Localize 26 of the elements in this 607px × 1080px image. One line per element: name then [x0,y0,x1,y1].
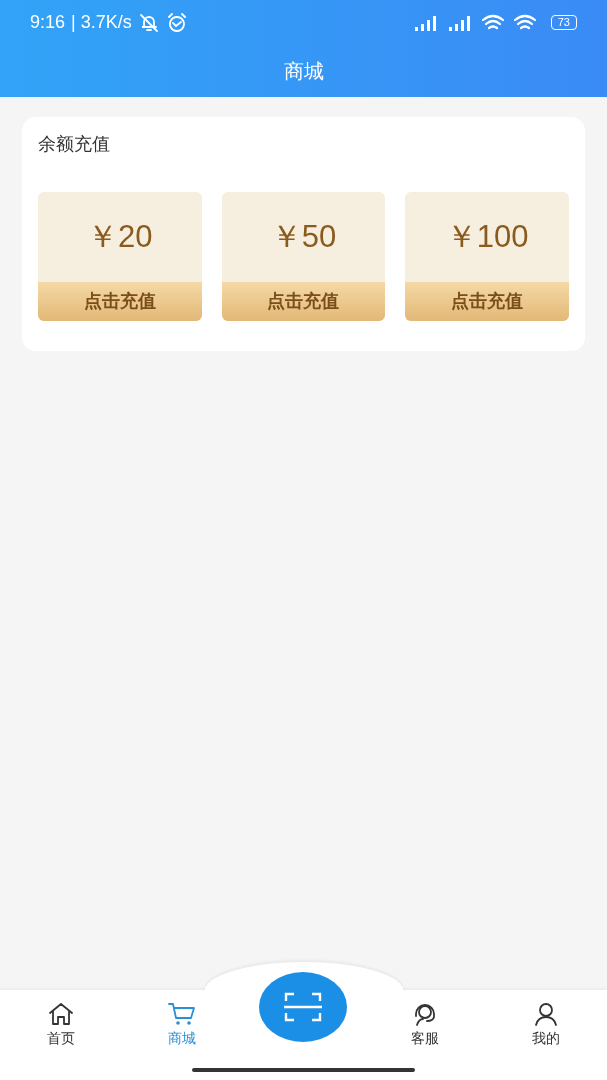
amount-text: ￥50 [270,217,337,256]
alarm-icon [165,12,188,33]
recharge-button[interactable]: 点击充值 [405,282,569,321]
scan-icon [283,991,324,1023]
battery-indicator: 73 [550,15,577,30]
network-speed: | 3.7K/s [71,11,132,34]
home-icon [47,1002,74,1026]
tab-item[interactable]: 首页 [0,1002,122,1060]
user-icon [533,1002,560,1026]
recharge-option[interactable]: ￥20 点击充值 [38,192,202,321]
tab-item[interactable]: 我的 [485,1002,607,1060]
status-time: 9:16 [30,11,66,34]
recharge-button[interactable]: 点击充值 [221,282,386,321]
section-title: 余额充值 [38,133,111,156]
recharge-button[interactable]: 点击充值 [38,282,202,321]
page-title: 商城 [283,59,324,84]
amount-text: ￥20 [87,217,153,256]
muted-bell-icon [137,12,160,33]
wifi-icon [480,13,507,32]
tab-item[interactable]: 客服 [364,1002,486,1060]
tab-item[interactable]: 商城 [121,1002,243,1060]
recharge-option[interactable]: ￥100 点击充值 [405,192,569,321]
wifi-icon [512,13,539,32]
recharge-option[interactable]: ￥50 点击充值 [221,192,386,321]
cart-icon [168,1002,197,1026]
amount-text: ￥100 [445,217,529,256]
